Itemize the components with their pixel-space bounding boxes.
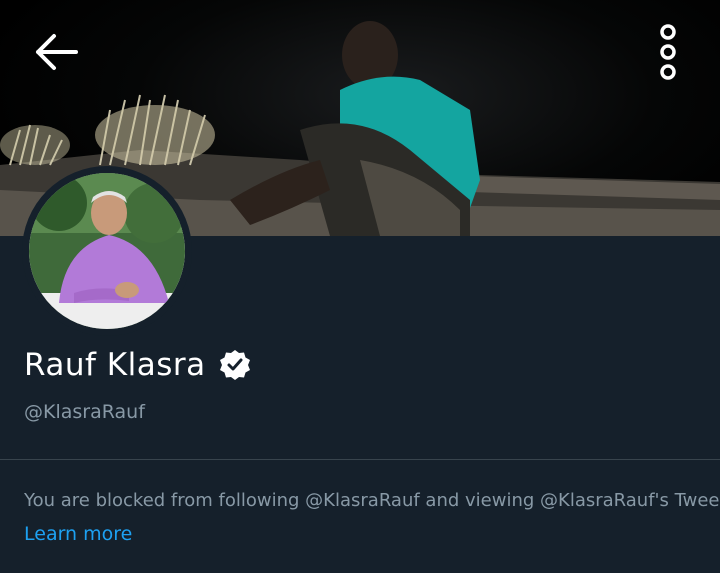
arrow-left-icon (36, 34, 78, 70)
more-options-button[interactable] (648, 20, 688, 84)
blocked-message: You are blocked from following @KlasraRa… (24, 490, 720, 511)
more-vertical-icon (660, 24, 676, 80)
learn-more-link[interactable]: Learn more (24, 523, 132, 545)
display-name: Rauf Klasra (24, 347, 206, 383)
back-button[interactable] (28, 28, 84, 76)
avatar[interactable] (22, 166, 192, 336)
divider (0, 459, 720, 460)
avatar-photo (29, 173, 185, 329)
verified-badge-icon (218, 348, 252, 382)
user-handle: @KlasraRauf (24, 401, 145, 423)
name-row: Rauf Klasra (24, 343, 252, 387)
